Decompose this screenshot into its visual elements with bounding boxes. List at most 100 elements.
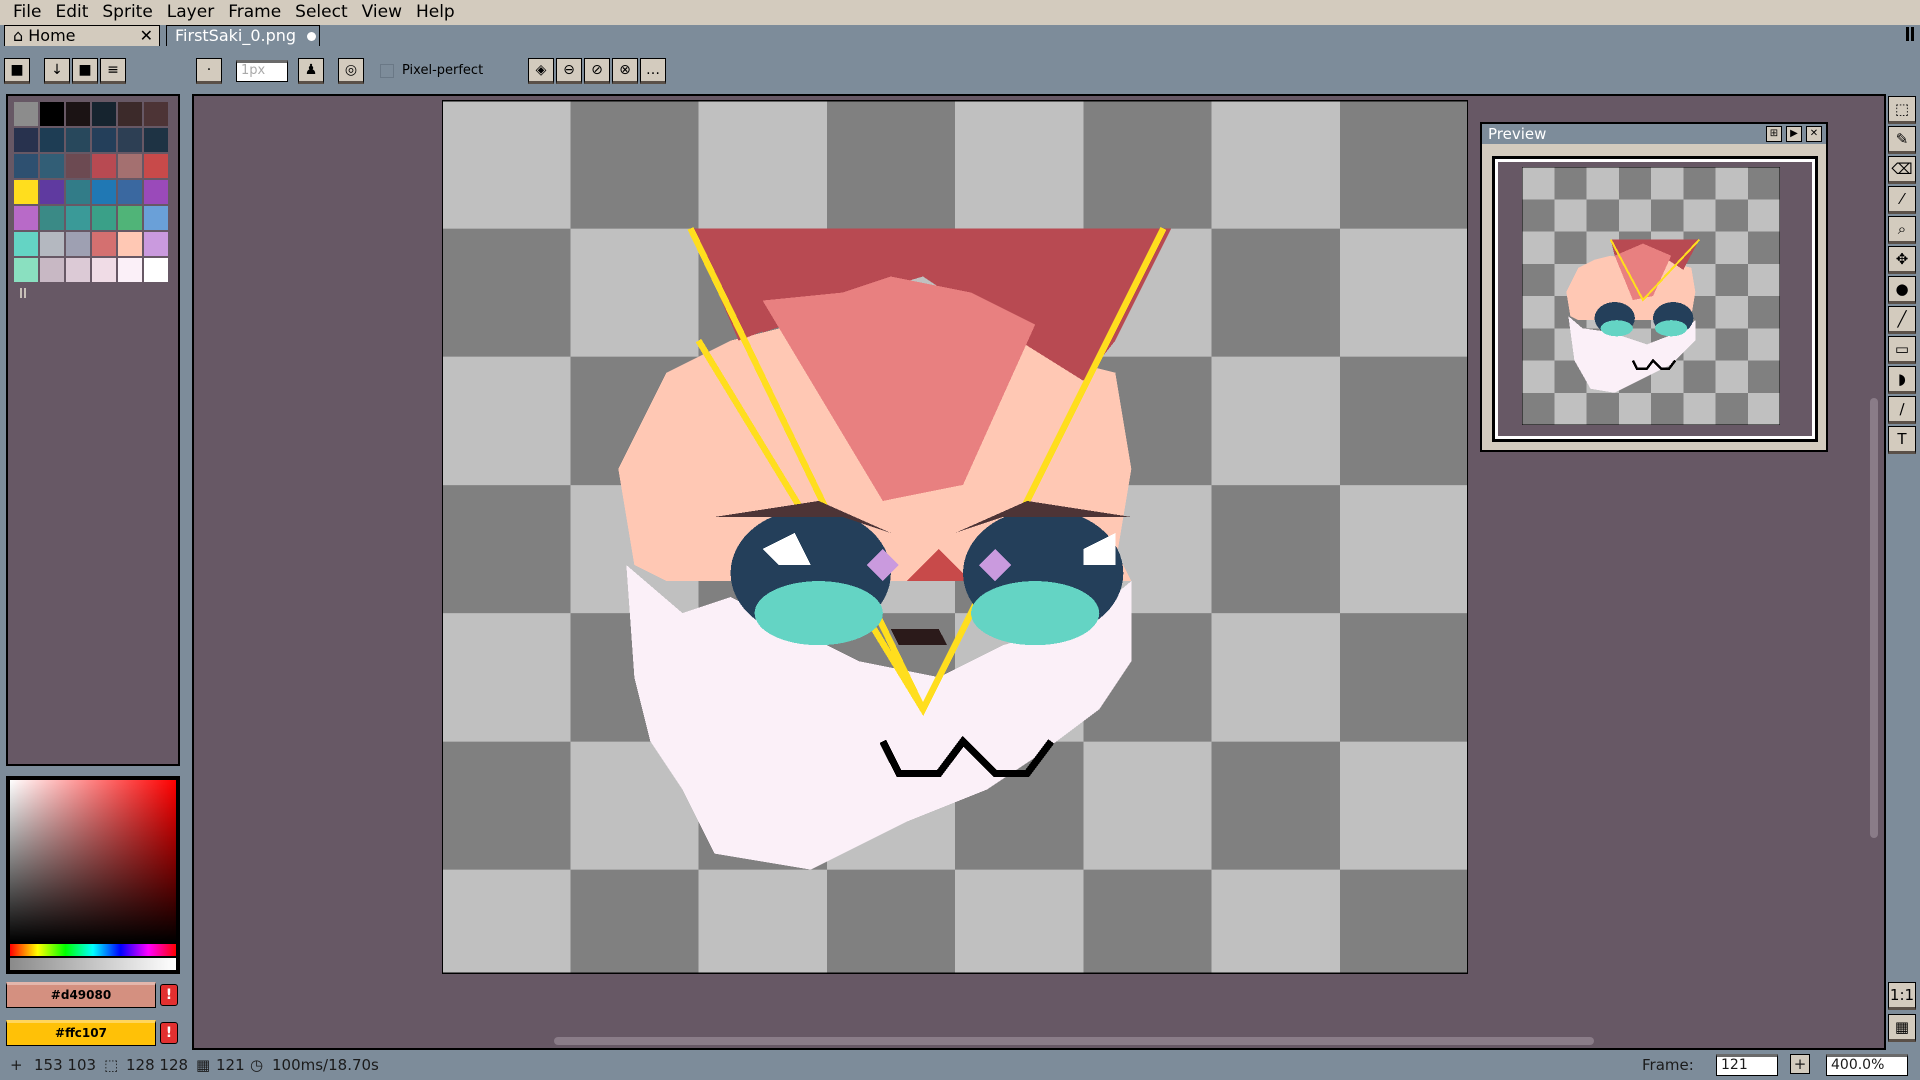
menu-file[interactable]: File — [6, 0, 48, 25]
palette-swatch[interactable] — [66, 206, 90, 230]
close-icon[interactable]: ✕ — [1806, 126, 1822, 142]
background-color-button[interactable]: #ffc107 — [6, 1020, 156, 1046]
blur-tool-icon[interactable]: ◗ — [1888, 366, 1916, 394]
saturation-value-area[interactable] — [10, 780, 176, 942]
menu-layer[interactable]: Layer — [160, 0, 221, 25]
rectangle-tool-icon[interactable]: ▭ — [1888, 336, 1916, 364]
zoom-tool-icon[interactable]: ⌕ — [1888, 216, 1916, 244]
mask-icon[interactable]: ⊗ — [612, 58, 638, 84]
more-options-icon[interactable]: … — [640, 58, 666, 84]
pixel-perfect-toggle[interactable]: Pixel-perfect — [380, 63, 483, 78]
palette-swatch[interactable] — [40, 232, 64, 256]
palette-swatch[interactable] — [144, 232, 168, 256]
eyedropper-tool-icon[interactable]: ⁄ — [1888, 186, 1916, 214]
alpha-slider[interactable] — [10, 958, 176, 970]
brush-size-input[interactable]: 1px — [236, 60, 288, 82]
brush-shape-icon[interactable]: · — [196, 58, 222, 84]
palette-swatch[interactable] — [118, 128, 142, 152]
menu-view[interactable]: View — [355, 0, 409, 25]
vertical-scrollbar[interactable] — [1870, 398, 1878, 838]
fill-tool-icon[interactable]: ● — [1888, 276, 1916, 304]
gradient-icon[interactable]: ⊘ — [584, 58, 610, 84]
palette-swatch[interactable] — [14, 258, 38, 282]
dynamics-icon[interactable]: ◈ — [528, 58, 554, 84]
opacity-icon[interactable]: ◎ — [338, 58, 364, 84]
palette-swatch[interactable] — [92, 258, 116, 282]
palette-swatch[interactable] — [144, 154, 168, 178]
hue-slider[interactable] — [10, 944, 176, 956]
symmetry-icon[interactable]: ⊖ — [556, 58, 582, 84]
palette-swatch[interactable] — [92, 206, 116, 230]
spray-tool-icon[interactable]: ∕ — [1888, 396, 1916, 424]
palette-swatch[interactable] — [144, 180, 168, 204]
palette-swatch[interactable] — [118, 206, 142, 230]
preview-title-bar[interactable]: Preview ⊞ ▶ ✕ — [1482, 124, 1826, 144]
play-icon[interactable]: ▶ — [1786, 126, 1802, 142]
palette-swatch[interactable] — [66, 180, 90, 204]
palette-swatch[interactable] — [14, 154, 38, 178]
palette-swatch[interactable] — [40, 258, 64, 282]
palette-swatch[interactable] — [118, 180, 142, 204]
palette-swatch[interactable] — [40, 154, 64, 178]
line-tool-icon[interactable]: ╱ — [1888, 306, 1916, 334]
tab-home[interactable]: ⌂ Home ✕ — [4, 25, 160, 46]
palette-swatch[interactable] — [118, 102, 142, 126]
menu-lines-icon[interactable]: ≡ — [100, 58, 126, 84]
palette-swatch[interactable] — [14, 128, 38, 152]
bg-warning-icon[interactable]: ! — [160, 1022, 178, 1044]
text-tool-icon[interactable]: T — [1888, 426, 1916, 454]
tab-file[interactable]: FirstSaki_0.png — [166, 25, 320, 46]
palette-swatch[interactable] — [14, 180, 38, 204]
actual-size-icon[interactable]: 1:1 — [1888, 982, 1916, 1010]
menu-select[interactable]: Select — [288, 0, 354, 25]
palette-swatch[interactable] — [14, 102, 38, 126]
palette-swatch[interactable] — [66, 102, 90, 126]
preview-viewport[interactable] — [1492, 156, 1818, 442]
palette-swatch[interactable] — [66, 154, 90, 178]
lock-icon[interactable]: ■ — [4, 58, 30, 84]
frame-input[interactable]: 121 — [1716, 1054, 1778, 1076]
zoom-input[interactable]: 400.0% — [1826, 1054, 1908, 1076]
ink-icon[interactable]: ♟ — [298, 58, 324, 84]
palette-swatch[interactable] — [40, 206, 64, 230]
new-frame-icon[interactable]: + — [1790, 1054, 1810, 1074]
palette-swatch[interactable] — [40, 102, 64, 126]
palette-swatch[interactable] — [92, 232, 116, 256]
move-tool-icon[interactable]: ✥ — [1888, 246, 1916, 274]
pixel-perfect-checkbox[interactable] — [380, 63, 394, 78]
palette-swatch[interactable] — [66, 128, 90, 152]
palette-swatch[interactable] — [118, 258, 142, 282]
palette-swatch[interactable] — [14, 206, 38, 230]
menu-edit[interactable]: Edit — [48, 0, 95, 25]
fullscreen-icon[interactable]: ⊞ — [1766, 126, 1782, 142]
marquee-tool-icon[interactable]: ⬚ — [1888, 96, 1916, 124]
palette-swatch[interactable] — [144, 206, 168, 230]
eraser-tool-icon[interactable]: ⌫ — [1888, 156, 1916, 184]
palette-swatch[interactable] — [92, 128, 116, 152]
palette-swatch[interactable] — [92, 154, 116, 178]
palette-resize-handle[interactable] — [20, 288, 26, 298]
sprite-canvas[interactable] — [442, 100, 1468, 974]
palette-swatch[interactable] — [66, 232, 90, 256]
palette-swatch[interactable] — [144, 258, 168, 282]
palette-swatch[interactable] — [14, 232, 38, 256]
sort-down-icon[interactable]: ↓ — [44, 58, 70, 84]
palette-swatch[interactable] — [40, 128, 64, 152]
stop-icon[interactable]: ■ — [72, 58, 98, 84]
palette-swatch[interactable] — [144, 128, 168, 152]
foreground-color-button[interactable]: #d49080 — [6, 982, 156, 1008]
palette-swatch[interactable] — [92, 102, 116, 126]
menu-frame[interactable]: Frame — [221, 0, 288, 25]
horizontal-scrollbar[interactable] — [554, 1037, 1594, 1045]
palette-swatch[interactable] — [92, 180, 116, 204]
fg-warning-icon[interactable]: ! — [160, 984, 178, 1006]
palette-swatch[interactable] — [40, 180, 64, 204]
close-tab-icon[interactable]: ✕ — [140, 26, 153, 45]
palette-swatch[interactable] — [66, 258, 90, 282]
pause-icon[interactable] — [1906, 27, 1914, 41]
palette-swatch[interactable] — [118, 154, 142, 178]
timeline-icon[interactable]: ▦ — [1888, 1014, 1916, 1042]
palette-swatch[interactable] — [118, 232, 142, 256]
palette-swatch[interactable] — [144, 102, 168, 126]
menu-sprite[interactable]: Sprite — [95, 0, 159, 25]
